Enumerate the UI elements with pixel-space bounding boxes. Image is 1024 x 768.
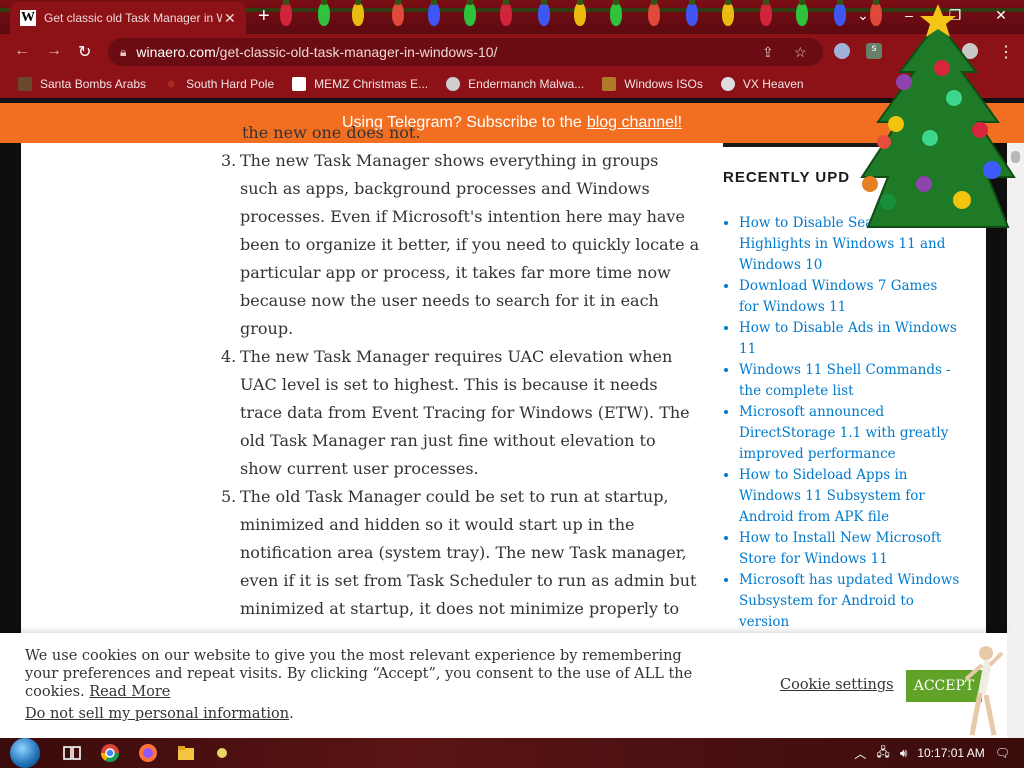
snowflake-icon: ❄ (166, 78, 176, 91)
christmas-light-icon (722, 0, 734, 26)
reload-icon[interactable]: ↻ (78, 42, 91, 62)
cookie-scrollbar[interactable] (1007, 633, 1024, 738)
recent-post-link[interactable]: Microsoft announced DirectStorage 1.1 wi… (739, 402, 961, 465)
christmas-light-icon (318, 0, 330, 26)
new-tab-button[interactable]: + (258, 5, 270, 28)
christmas-light-icon (538, 0, 550, 26)
extension-icon[interactable] (834, 43, 850, 59)
dancing-figure-icon (964, 646, 1004, 736)
bookmark-label: MEMZ Christmas E... (314, 77, 429, 91)
file-explorer-icon[interactable] (176, 743, 196, 763)
read-more-link[interactable]: Read More (89, 684, 170, 700)
task-view-icon[interactable] (62, 743, 82, 763)
figure-icon (602, 77, 617, 91)
recent-post-link[interactable]: How to Disable Ads in Windows 11 (739, 318, 961, 360)
taskbar: ︿ 🖧︎ 🔊︎ 10:17:01 AM 🗨︎ (0, 738, 1024, 768)
bookmark-label: Endermanch Malwa... (468, 77, 585, 91)
chrome-icon[interactable] (100, 743, 120, 763)
back-icon[interactable]: ← (14, 42, 30, 60)
list-item-text: The old Task Manager could be set to run… (240, 487, 697, 618)
bookmark-label: Windows ISOs (624, 77, 703, 91)
bookmark-item[interactable]: MEMZ Christmas E... (292, 77, 428, 91)
bookmark-star-icon[interactable]: ☆ (794, 44, 807, 61)
cookie-settings-link[interactable]: Cookie settings (780, 677, 894, 693)
list-item: the new one does not. (240, 119, 700, 147)
christmas-light-icon (352, 0, 364, 26)
start-orb-icon[interactable] (10, 738, 40, 768)
list-number: 5. (221, 487, 237, 506)
raccoon-icon (446, 77, 461, 91)
list-item: 5. The old Task Manager could be set to … (221, 483, 700, 623)
christmas-light-icon (500, 0, 512, 26)
browser-tab[interactable]: W Get classic old Task Manager in Window… (10, 2, 246, 34)
file-icon (292, 77, 307, 91)
cookie-notice: We use cookies on our website to give yo… (25, 647, 705, 701)
bookmark-label: South Hard Pole (186, 77, 275, 91)
list-item-text: The new Task Manager requires UAC elevat… (240, 347, 690, 478)
christmas-light-icon (760, 0, 772, 26)
cookie-consent-bar: We use cookies on our website to give yo… (0, 633, 1007, 738)
bookmark-item[interactable]: Endermanch Malwa... (446, 77, 584, 91)
share-icon[interactable]: ⇪ (762, 44, 774, 61)
steps-list: the new one does not. 3. The new Task Ma… (221, 119, 700, 623)
recent-post-link[interactable]: How to Sideload Apps in Windows 11 Subsy… (739, 465, 961, 528)
santa-figure-icon (18, 77, 32, 91)
sidebar-heading: RECENTLY UPD (723, 169, 851, 186)
christmas-light-icon (280, 0, 292, 26)
christmas-light-icon (648, 0, 660, 26)
do-not-sell-container: Do not sell my personal information. (25, 706, 294, 722)
bookmark-item[interactable]: Santa Bombs Arabs (18, 77, 146, 91)
lock-icon[interactable]: 🔒︎ (120, 45, 126, 60)
system-tray: ︿ 🖧︎ 🔊︎ 10:17:01 AM 🗨︎ (854, 738, 1024, 768)
network-icon[interactable]: 🖧︎ (876, 743, 889, 764)
do-not-sell-link[interactable]: Do not sell my personal information (25, 706, 289, 722)
recent-post-link[interactable]: Download Windows 7 Games for Windows 11 (739, 276, 961, 318)
close-tab-icon[interactable]: ✕ (224, 10, 236, 27)
christmas-light-icon (610, 0, 622, 26)
list-number: 3. (221, 151, 237, 170)
recent-posts-list: How to Disable Search Highlights in Wind… (723, 213, 961, 633)
bookmark-label: Santa Bombs Arabs (40, 77, 147, 91)
volume-icon[interactable]: 🔊︎ (900, 746, 908, 761)
bookmark-item[interactable]: ❄ South Hard Pole (164, 77, 274, 91)
list-item: 3. The new Task Manager shows everything… (221, 147, 700, 343)
list-item-text: The new Task Manager shows everything in… (240, 151, 700, 338)
christmas-light-icon (686, 0, 698, 26)
notification-icon[interactable]: 🗨︎ (995, 746, 1010, 760)
tab-title: Get classic old Task Manager in Windows … (44, 11, 222, 25)
christmas-light-icon (574, 0, 586, 26)
christmas-tree-icon (860, 4, 1016, 228)
recent-post-link[interactable]: How to Install New Microsoft Store for W… (739, 528, 961, 570)
forward-icon[interactable]: → (46, 42, 62, 60)
list-item-text: the new one does not. (242, 123, 421, 142)
tray-chevron-icon[interactable]: ︿ (854, 745, 866, 762)
bookmark-item[interactable]: Windows ISOs (602, 77, 703, 91)
christmas-light-icon (392, 0, 404, 26)
app-icon[interactable] (212, 743, 232, 763)
bookmark-label: VX Heaven (742, 77, 804, 91)
address-bar[interactable]: 🔒︎ winaero.com/get-classic-old-task-mana… (108, 38, 823, 66)
christmas-light-icon (796, 0, 808, 26)
firefox-icon[interactable] (138, 743, 158, 763)
recent-post-link[interactable]: Microsoft has updated Windows Subsystem … (739, 570, 961, 633)
christmas-light-icon (428, 0, 440, 26)
winaero-favicon-icon: W (20, 10, 36, 26)
url-text[interactable]: winaero.com/get-classic-old-task-manager… (136, 44, 497, 60)
recent-post-link[interactable]: Windows 11 Shell Commands - the complete… (739, 360, 961, 402)
bookmark-item[interactable]: VX Heaven (720, 77, 804, 91)
list-number: 4. (221, 347, 237, 366)
skull-icon (720, 77, 735, 91)
christmas-light-icon (464, 0, 476, 26)
clock[interactable]: 10:17:01 AM (917, 746, 984, 760)
list-item: 4. The new Task Manager requires UAC ele… (221, 343, 700, 483)
